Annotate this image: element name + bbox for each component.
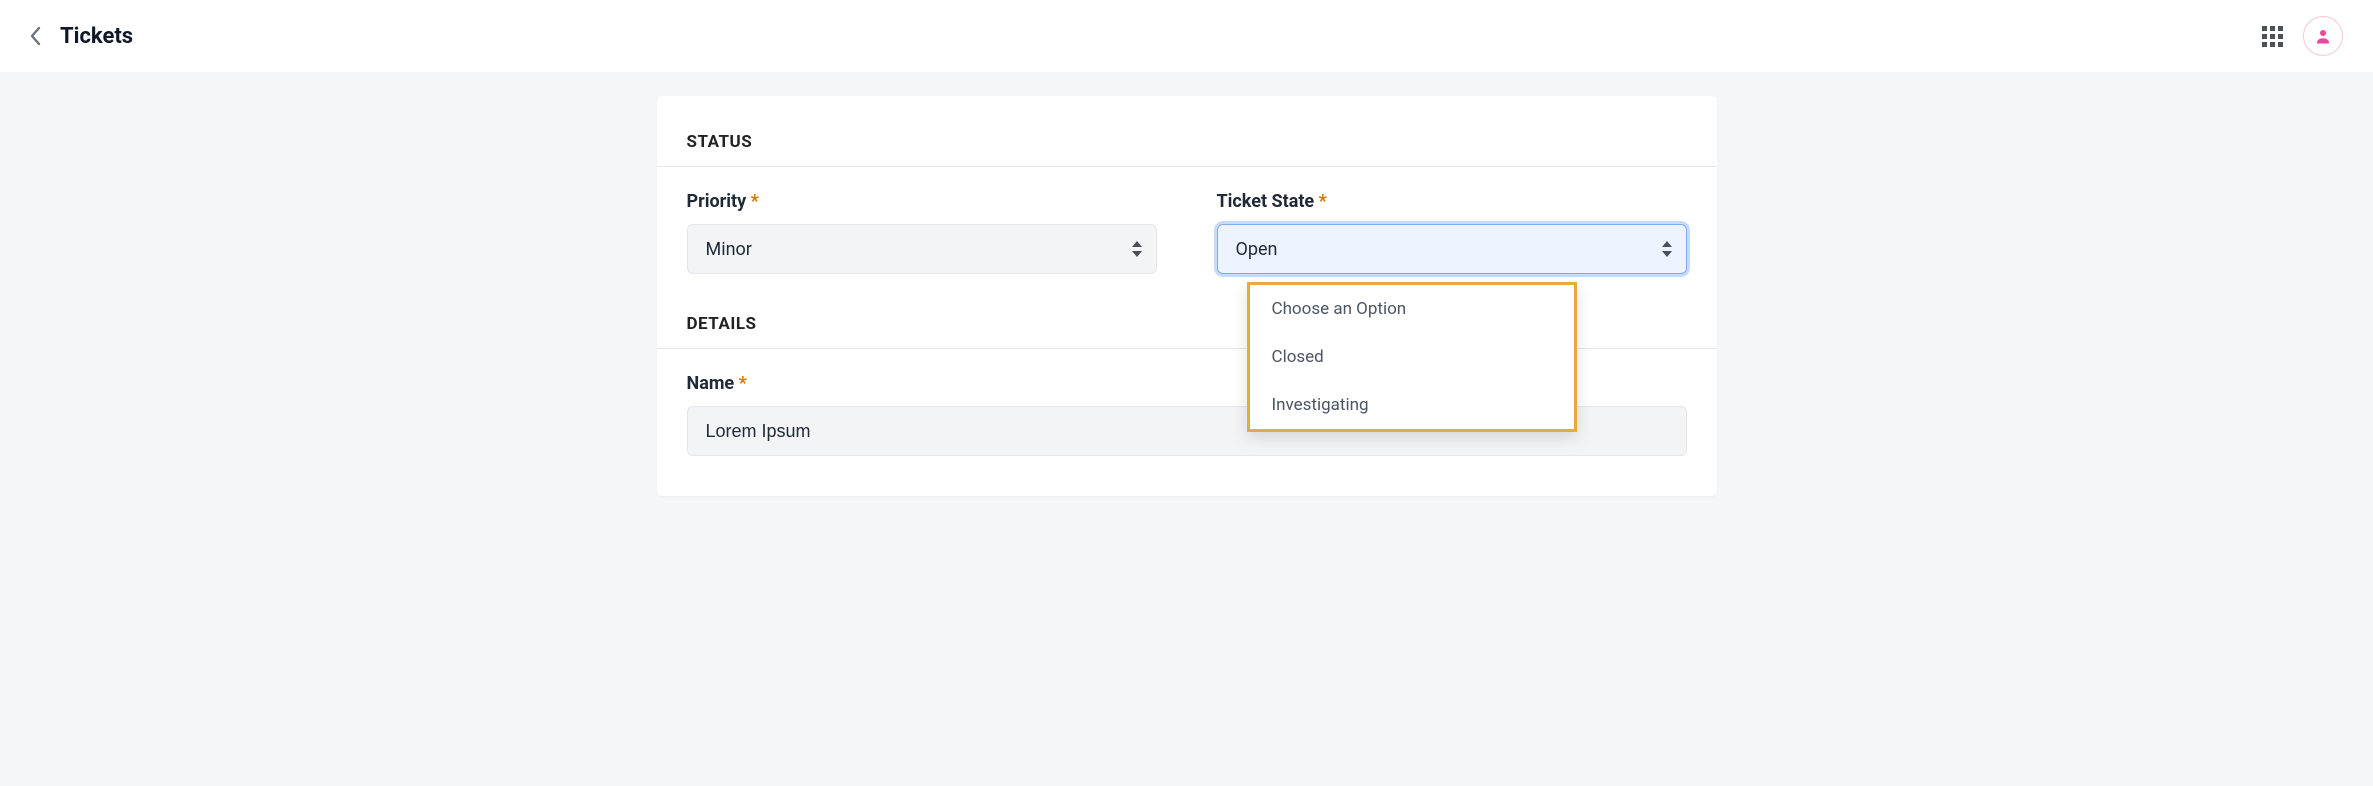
ticket-state-select-wrap: Open Choose an Option Closed Investigati… [1217,224,1687,274]
ticket-state-label-text: Ticket State [1217,191,1315,212]
priority-label: Priority * [687,191,1157,212]
priority-value: Minor [706,239,752,260]
required-marker: * [1319,191,1327,212]
dropdown-option-investigating[interactable]: Investigating [1250,381,1574,429]
ticket-state-value: Open [1236,239,1278,260]
priority-label-text: Priority [687,191,747,212]
apps-grid-icon[interactable] [2262,26,2283,47]
dropdown-option-closed[interactable]: Closed [1250,333,1574,381]
required-marker: * [751,191,759,212]
topbar-left: Tickets [30,24,133,49]
priority-select-wrap: Minor [687,224,1157,274]
ticket-state-select[interactable]: Open [1217,224,1687,274]
status-form-row: Priority * Minor Ticket State * Open [657,191,1717,274]
ticket-form-card: STATUS Priority * Minor Ticket State * [657,96,1717,496]
priority-group: Priority * Minor [687,191,1157,274]
avatar[interactable] [2303,16,2343,56]
ticket-state-group: Ticket State * Open Choose an Option Clo… [1217,191,1687,274]
topbar-right [2262,16,2343,56]
user-icon [2314,27,2332,45]
ticket-state-dropdown: Choose an Option Closed Investigating [1247,282,1577,432]
status-section-heading: STATUS [657,132,1717,167]
priority-select[interactable]: Minor [687,224,1157,274]
page-title: Tickets [60,24,133,49]
back-chevron-icon[interactable] [30,26,42,46]
ticket-state-label: Ticket State * [1217,191,1687,212]
name-label-text: Name [687,373,735,394]
topbar: Tickets [0,0,2373,72]
required-marker: * [739,373,747,394]
dropdown-option-placeholder[interactable]: Choose an Option [1250,285,1574,333]
